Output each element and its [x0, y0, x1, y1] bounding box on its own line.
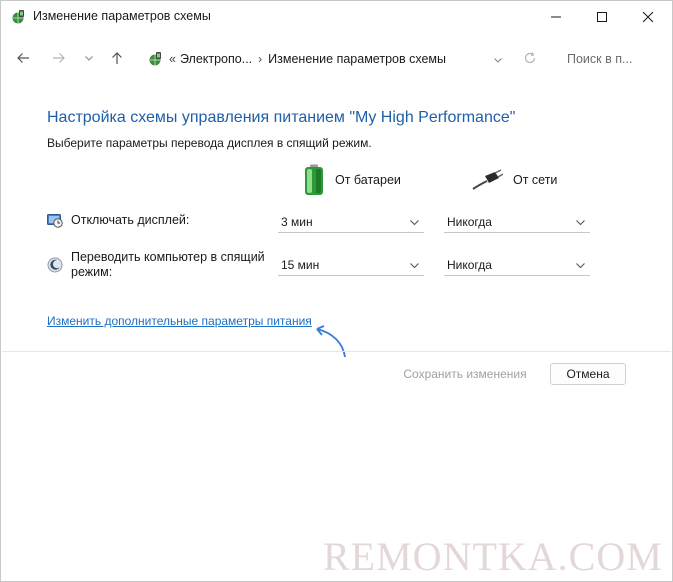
- chevron-down-icon: [410, 220, 419, 226]
- close-icon: [642, 11, 654, 23]
- window: Изменение параметров схемы « Электропо..…: [0, 0, 673, 582]
- breadcrumb-separator-icon: ›: [258, 52, 263, 66]
- page-title: Настройка схемы управления питанием "My …: [47, 109, 516, 126]
- window-title: Изменение параметров схемы: [33, 9, 211, 23]
- sleep-moon-icon: [47, 257, 63, 273]
- recent-locations-button[interactable]: [78, 47, 100, 69]
- cancel-button[interactable]: Отмена: [550, 363, 626, 385]
- refresh-button[interactable]: [519, 47, 541, 69]
- display-timer-icon: [47, 212, 63, 228]
- forward-button[interactable]: [48, 47, 70, 69]
- battery-icon: [305, 164, 323, 195]
- sleep-battery-select[interactable]: 15 мин: [278, 254, 424, 276]
- setting-label-display-off: Отключать дисплей:: [71, 213, 190, 227]
- column-header-battery: От батареи: [303, 163, 401, 197]
- column-label-battery: От батареи: [335, 173, 401, 187]
- page-subtitle: Выберите параметры перевода дисплея в сп…: [47, 136, 372, 150]
- arrow-up-icon: [112, 52, 122, 64]
- address-history-chevron-icon[interactable]: [493, 54, 503, 68]
- display-off-plugged-select[interactable]: Никогда: [444, 211, 590, 233]
- advanced-power-settings-link[interactable]: Изменить дополнительные параметры питани…: [47, 314, 312, 328]
- annotation-arrow-icon: [316, 325, 346, 358]
- maximize-icon: [597, 12, 607, 22]
- column-header-plugged-in: От сети: [471, 163, 557, 197]
- search-input[interactable]: Поиск в п...: [567, 45, 667, 73]
- display-off-battery-value: 3 мин: [281, 214, 313, 229]
- display-off-battery-select[interactable]: 3 мин: [278, 211, 424, 233]
- setting-row-display-off: Отключать дисплей:: [47, 212, 189, 228]
- breadcrumb-item-power-options[interactable]: Электропо...: [180, 52, 252, 66]
- minimize-button[interactable]: [533, 1, 579, 33]
- chevron-down-icon: [576, 263, 585, 269]
- title-bar: Изменение параметров схемы: [1, 1, 672, 33]
- sleep-plugged-select[interactable]: Никогда: [444, 254, 590, 276]
- maximize-button[interactable]: [579, 1, 625, 33]
- setting-label-sleep: Переводить компьютер в спящий режим:: [71, 250, 265, 279]
- search-placeholder: Поиск в п...: [567, 52, 633, 66]
- chevron-down-icon: [85, 56, 93, 61]
- refresh-icon: [524, 52, 536, 64]
- save-changes-button[interactable]: Сохранить изменения: [397, 363, 533, 385]
- arrow-left-icon: [17, 53, 29, 63]
- back-button[interactable]: [12, 47, 34, 69]
- up-button[interactable]: [106, 47, 128, 69]
- breadcrumb-item-current[interactable]: Изменение параметров схемы: [268, 52, 446, 66]
- arrow-right-icon: [53, 53, 65, 63]
- minimize-icon: [551, 16, 561, 18]
- chevron-down-icon: [410, 263, 419, 269]
- sleep-plugged-value: Никогда: [447, 257, 492, 272]
- breadcrumb-overflow[interactable]: «: [169, 52, 176, 66]
- close-button[interactable]: [625, 1, 671, 33]
- divider: [2, 351, 671, 352]
- navigation-bar: « Электропо... › Изменение параметров сх…: [1, 41, 672, 77]
- power-options-icon: [147, 51, 163, 67]
- display-off-plugged-value: Никогда: [447, 214, 492, 229]
- power-plug-icon: [472, 169, 503, 190]
- power-options-icon: [10, 9, 26, 25]
- address-bar[interactable]: « Электропо... › Изменение параметров сх…: [141, 45, 513, 73]
- chevron-down-icon: [576, 220, 585, 226]
- sleep-battery-value: 15 мин: [281, 257, 320, 272]
- watermark: REMONTKA.COM: [323, 534, 663, 579]
- column-label-plugged-in: От сети: [513, 173, 558, 187]
- setting-row-sleep: Переводить компьютер в спящий режим:: [47, 250, 277, 280]
